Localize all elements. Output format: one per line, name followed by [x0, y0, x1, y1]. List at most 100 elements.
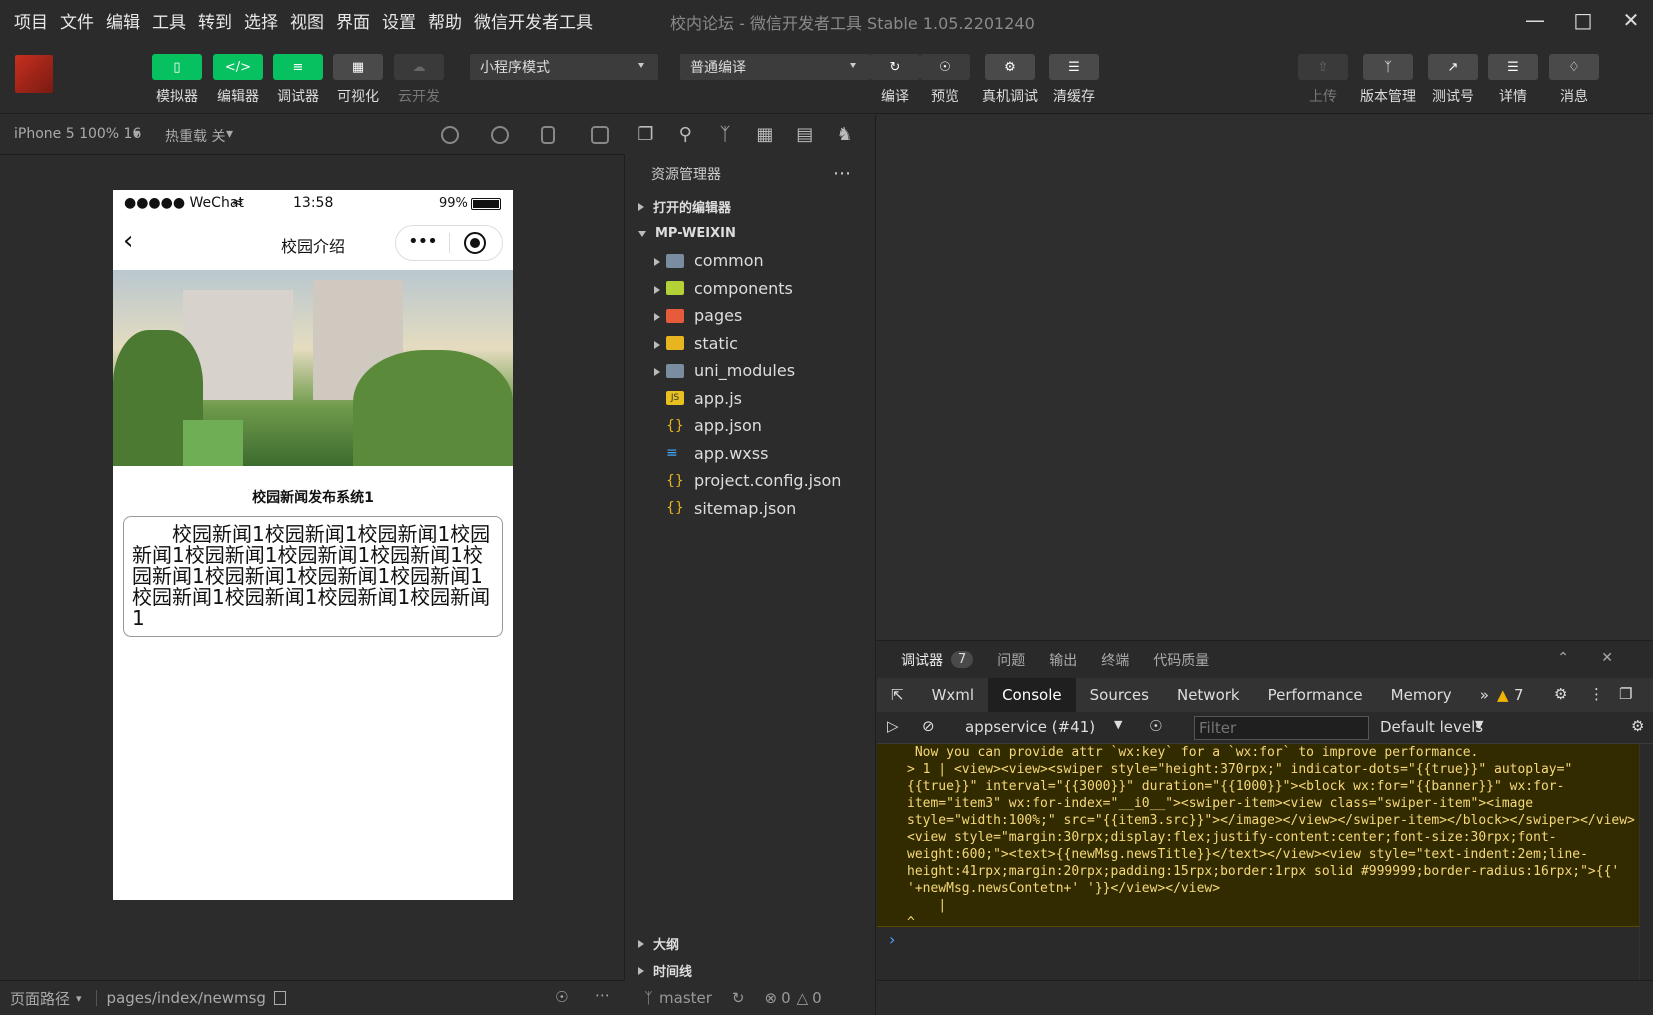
phone-status-bar: ●●●●● WeChat ≈ 13:58 99% [113, 190, 513, 218]
messages-button[interactable]: ♢ 消息 [1545, 54, 1603, 106]
file-item-project-config[interactable]: {} project.config.json [626, 467, 875, 495]
filter-input[interactable] [1194, 716, 1369, 740]
levels-select[interactable]: Default levels [1380, 718, 1483, 736]
clear-cache-label: 清缓存 [1053, 89, 1095, 105]
chevron-up-icon[interactable]: ⌃ [1557, 650, 1569, 666]
close-miniprogram-icon[interactable] [464, 232, 486, 254]
device-select[interactable]: iPhone 5 100% 16 [14, 126, 141, 142]
file-item-app-json[interactable]: {} app.json [626, 412, 875, 440]
sidebar-toggle-icon[interactable]: ▷ [887, 717, 899, 735]
warning-count[interactable]: 0 [812, 989, 822, 1007]
clear-cache-button[interactable]: ☰ 清缓存 [1045, 54, 1103, 106]
menu-item-project[interactable]: 项目 [14, 8, 48, 33]
menu-item-help[interactable]: 帮助 [428, 8, 462, 33]
inspect-icon[interactable]: ⇱ [877, 678, 918, 712]
banner-swiper[interactable] [113, 270, 513, 466]
tab-sources[interactable]: Sources [1076, 678, 1163, 712]
preview-button[interactable]: ☉ 预览 [916, 54, 974, 106]
debugger-button[interactable]: ≡ 调试器 [269, 54, 327, 106]
outline-section[interactable]: 大纲 [626, 930, 876, 957]
gear-icon[interactable]: ⚙ [1554, 685, 1567, 703]
gear-icon[interactable]: ⚙ [1631, 717, 1644, 735]
eye-icon[interactable]: ☉ [555, 988, 568, 1006]
details-label: 详情 [1499, 89, 1527, 105]
project-section[interactable]: MP-WEIXIN [626, 220, 875, 247]
back-icon[interactable]: ‹ [123, 228, 133, 254]
menu-item-devtools[interactable]: 微信开发者工具 [474, 8, 593, 33]
clear-console-icon[interactable]: ⊘ [922, 717, 935, 735]
context-select[interactable]: appservice (#41) [965, 718, 1095, 736]
menu-item-file[interactable]: 文件 [60, 8, 94, 33]
maximize-icon[interactable]: □ [1561, 0, 1605, 40]
open-editors-label: 打开的编辑器 [653, 201, 732, 216]
menu-item-interface[interactable]: 界面 [336, 8, 370, 33]
sync-icon[interactable]: ↻ [732, 989, 745, 1007]
folder-item-common[interactable]: common [626, 247, 875, 275]
mode-select[interactable]: 小程序模式 [470, 54, 658, 80]
tab-memory[interactable]: Memory [1377, 678, 1466, 712]
folder-item-uni-modules[interactable]: uni_modules [626, 357, 875, 385]
tab-code-quality[interactable]: 代码质量 [1153, 650, 1209, 670]
phone-icon[interactable] [541, 126, 555, 144]
details-button[interactable]: ☰ 详情 [1484, 54, 1542, 106]
copy-icon[interactable] [273, 991, 286, 1005]
dock-icon[interactable]: ❐ [1619, 685, 1632, 703]
files-icon[interactable]: ❐ [636, 125, 655, 145]
console-warning-count[interactable]: 7 [1514, 686, 1524, 704]
branch-icon[interactable]: ᛉ [716, 125, 735, 145]
editor-button[interactable]: </> 编辑器 [209, 54, 267, 106]
js-icon: JS [666, 391, 684, 406]
page-path-label[interactable]: 页面路径 [10, 988, 70, 1009]
compile-select[interactable]: 普通编译 [680, 54, 870, 80]
menu-item-goto[interactable]: 转到 [198, 8, 232, 33]
menu-item-tools[interactable]: 工具 [152, 8, 186, 33]
more-icon[interactable]: ⋯ [833, 163, 851, 184]
close-icon[interactable]: ✕ [1601, 650, 1613, 666]
avatar[interactable] [15, 55, 53, 93]
upload-button[interactable]: ⇧ 上传 [1294, 54, 1352, 106]
eye-icon[interactable]: ☉ [1149, 717, 1162, 735]
folder-item-components[interactable]: components [626, 275, 875, 303]
close-icon[interactable]: ✕ [1609, 0, 1653, 40]
error-count[interactable]: 0 [781, 989, 791, 1007]
file-item-app-wxss[interactable]: ≡ app.wxss [626, 440, 875, 468]
menu-item-settings[interactable]: 设置 [382, 8, 416, 33]
popout-icon[interactable] [591, 126, 609, 144]
minimize-icon[interactable]: — [1513, 0, 1557, 40]
file-item-app-js[interactable]: JS app.js [626, 385, 875, 413]
visual-button[interactable]: ▦ 可视化 [329, 54, 387, 106]
record-icon[interactable] [491, 126, 509, 144]
more-icon[interactable]: ••• [408, 231, 438, 252]
simulator-button[interactable]: ▯ 模拟器 [148, 54, 206, 106]
folder-item-static[interactable]: static [626, 330, 875, 358]
folder-item-pages[interactable]: pages [626, 302, 875, 330]
tab-problems[interactable]: 问题 [997, 650, 1025, 670]
version-button[interactable]: ᛉ 版本管理 [1359, 54, 1417, 106]
tab-wxml[interactable]: Wxml [918, 678, 989, 712]
kebab-icon[interactable]: ⋮ [1589, 685, 1604, 703]
branch-name[interactable]: master [659, 989, 712, 1007]
storage-icon[interactable]: ▤ [795, 125, 814, 145]
scrollbar[interactable] [1639, 744, 1653, 980]
tab-debugger[interactable]: 调试器 [901, 650, 943, 670]
tab-network[interactable]: Network [1163, 678, 1254, 712]
hot-reload-select[interactable]: 热重载 关 [165, 126, 225, 146]
menu-item-view[interactable]: 视图 [290, 8, 324, 33]
test-account-button[interactable]: ↗ 测试号 [1424, 54, 1482, 106]
more-icon[interactable]: ⋯ [595, 986, 610, 1004]
extensions-icon[interactable]: ▦ [755, 125, 774, 145]
tab-terminal[interactable]: 终端 [1101, 650, 1129, 670]
menu-item-select[interactable]: 选择 [244, 8, 278, 33]
search-icon[interactable]: ⚲ [676, 125, 695, 145]
tab-performance[interactable]: Performance [1254, 678, 1377, 712]
cloud-button[interactable]: ☁ 云开发 [390, 54, 448, 106]
docker-icon[interactable]: ♞ [835, 125, 854, 145]
device-debug-button[interactable]: ⚙ 真机调试 [981, 54, 1039, 106]
menu-item-edit[interactable]: 编辑 [106, 8, 140, 33]
tab-output[interactable]: 输出 [1049, 650, 1077, 670]
open-editors-section[interactable]: 打开的编辑器 [626, 193, 875, 220]
tab-console[interactable]: Console [988, 678, 1076, 712]
file-item-sitemap[interactable]: {} sitemap.json [626, 495, 875, 523]
rotate-icon[interactable] [441, 126, 459, 144]
console-prompt-icon[interactable]: › [889, 930, 895, 949]
